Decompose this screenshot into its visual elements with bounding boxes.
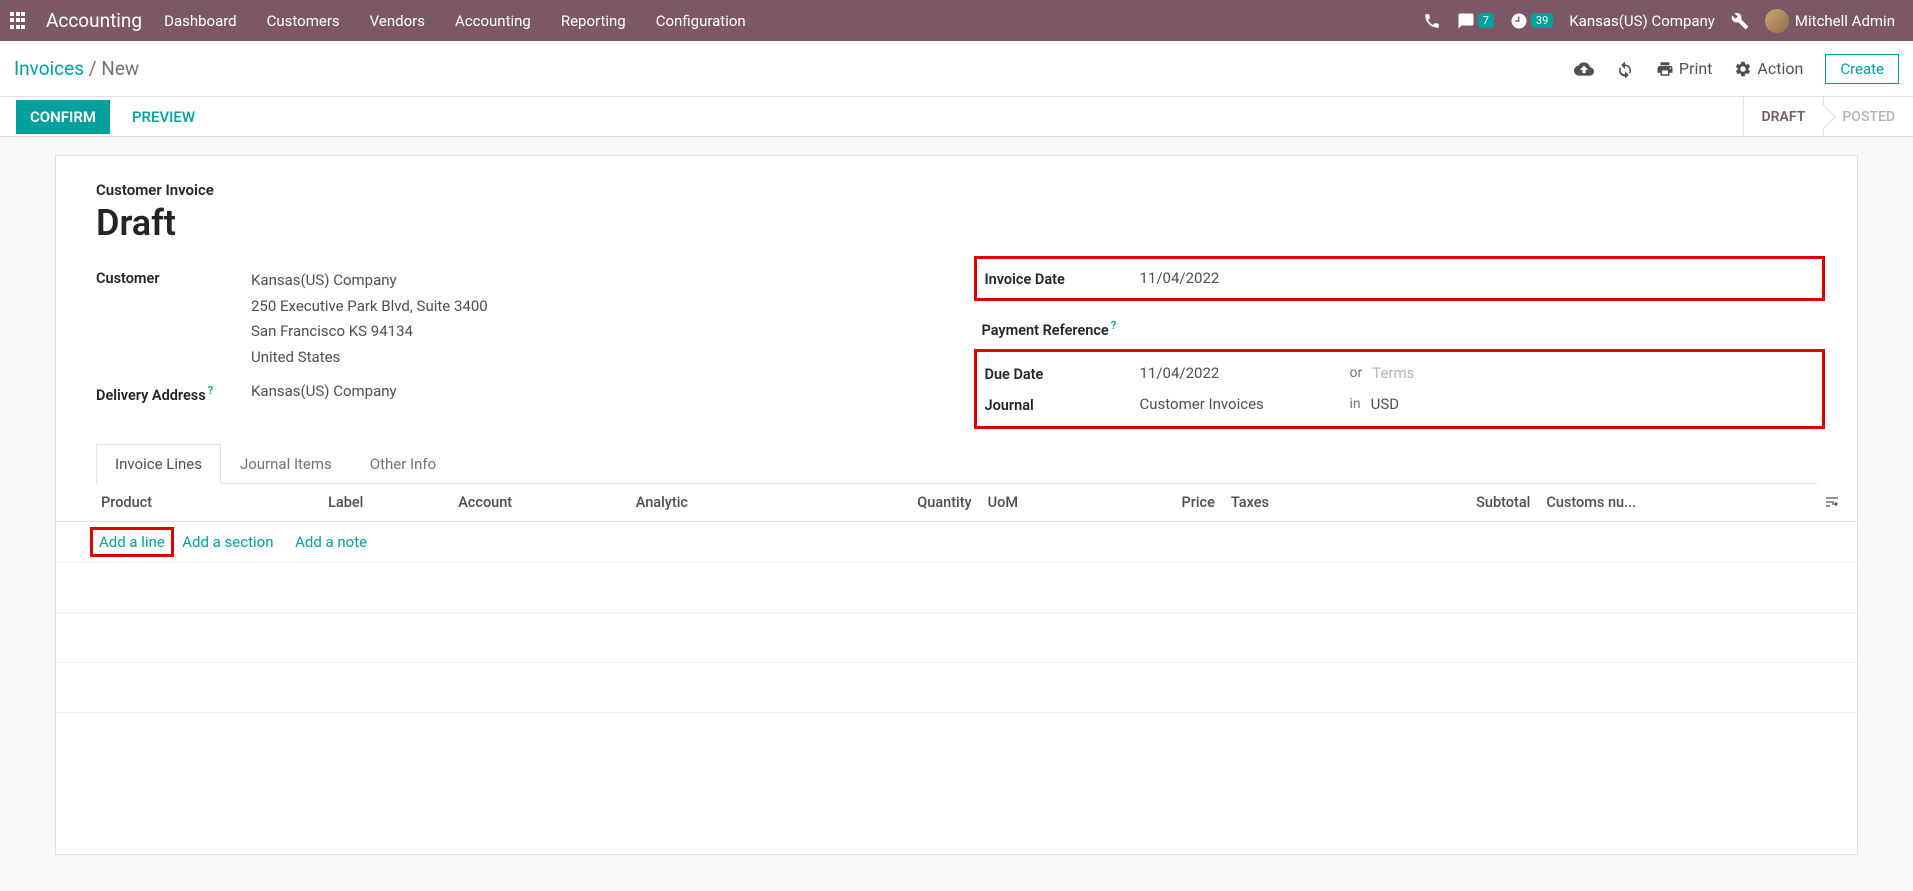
- statusbar: DRAFT POSTED: [1743, 97, 1913, 136]
- avatar: [1765, 9, 1789, 33]
- or-text: or: [1350, 365, 1363, 381]
- invoice-date-highlight: Invoice Date 11/04/2022: [974, 256, 1826, 301]
- table-empty-row: [56, 562, 1857, 612]
- menu-reporting[interactable]: Reporting: [561, 12, 626, 30]
- activity-icon[interactable]: 39: [1510, 12, 1553, 30]
- form-right-column: Invoice Date 11/04/2022 Payment Referenc…: [982, 262, 1818, 423]
- chat-badge: 7: [1478, 13, 1494, 28]
- voip-icon[interactable]: [1423, 12, 1441, 30]
- create-button[interactable]: Create: [1825, 54, 1899, 84]
- col-price[interactable]: Price: [1097, 484, 1222, 522]
- status-draft[interactable]: DRAFT: [1743, 97, 1824, 136]
- journal-value[interactable]: Customer Invoices: [1140, 395, 1340, 413]
- add-line-highlight: Add a line: [90, 527, 174, 557]
- add-line-link[interactable]: Add a line: [99, 533, 165, 551]
- col-label[interactable]: Label: [320, 484, 450, 522]
- tabs: Invoice Lines Journal Items Other Info: [96, 443, 1817, 484]
- print-button[interactable]: Print: [1656, 59, 1712, 78]
- columns-settings-icon[interactable]: [1807, 484, 1857, 522]
- customer-value[interactable]: Kansas(US) Company 250 Executive Park Bl…: [251, 268, 932, 370]
- col-uom[interactable]: UoM: [980, 484, 1098, 522]
- form-sheet: Customer Invoice Draft Customer Kansas(U…: [55, 155, 1858, 855]
- menu-customers[interactable]: Customers: [267, 12, 340, 30]
- customer-label: Customer: [96, 268, 251, 287]
- col-account[interactable]: Account: [450, 484, 628, 522]
- due-date-label: Due Date: [985, 364, 1140, 383]
- app-title[interactable]: Accounting: [46, 9, 142, 32]
- col-taxes[interactable]: Taxes: [1223, 484, 1360, 522]
- payment-ref-label: Payment Reference?: [982, 317, 1137, 339]
- content-scroll[interactable]: Customer Invoice Draft Customer Kansas(U…: [0, 137, 1913, 891]
- sheet-title: Draft: [96, 202, 1817, 244]
- add-note-link[interactable]: Add a note: [295, 533, 367, 551]
- breadcrumb-current: New: [101, 57, 139, 80]
- status-posted[interactable]: POSTED: [1823, 97, 1913, 136]
- confirm-button[interactable]: CONFIRM: [16, 100, 110, 134]
- actionbar: CONFIRM PREVIEW DRAFT POSTED: [0, 97, 1913, 137]
- discard-icon[interactable]: [1616, 60, 1634, 78]
- add-section-link[interactable]: Add a section: [182, 533, 273, 551]
- user-menu[interactable]: Mitchell Admin: [1765, 9, 1895, 33]
- col-subtotal[interactable]: Subtotal: [1360, 484, 1538, 522]
- invoice-lines-table: Product Label Account Analytic Quantity …: [56, 484, 1857, 713]
- invoice-date-value[interactable]: 11/04/2022: [1140, 269, 1815, 287]
- menu-accounting[interactable]: Accounting: [455, 12, 531, 30]
- terms-field[interactable]: Terms: [1372, 364, 1414, 382]
- due-journal-highlight: Due Date 11/04/2022 or Terms Journal Cus…: [974, 349, 1826, 429]
- breadcrumb-root[interactable]: Invoices: [14, 57, 84, 80]
- delivery-value[interactable]: Kansas(US) Company: [251, 382, 932, 400]
- sheet-subtitle: Customer Invoice: [96, 181, 1817, 199]
- in-text: in: [1350, 396, 1361, 412]
- menu-vendors[interactable]: Vendors: [370, 12, 425, 30]
- table-empty-row: [56, 612, 1857, 662]
- delivery-label: Delivery Address?: [96, 382, 251, 404]
- topbar: Accounting Dashboard Customers Vendors A…: [0, 0, 1913, 41]
- subbar: Invoices / New Print Action Create: [0, 41, 1913, 97]
- col-analytic[interactable]: Analytic: [628, 484, 801, 522]
- apps-icon[interactable]: [10, 12, 28, 30]
- user-name: Mitchell Admin: [1795, 12, 1895, 30]
- breadcrumb: Invoices / New: [14, 57, 139, 80]
- menu-configuration[interactable]: Configuration: [656, 12, 746, 30]
- col-quantity[interactable]: Quantity: [801, 484, 980, 522]
- journal-label: Journal: [985, 395, 1140, 414]
- help-icon[interactable]: ?: [208, 384, 213, 397]
- tab-invoice-lines[interactable]: Invoice Lines: [96, 444, 221, 484]
- due-date-value[interactable]: 11/04/2022: [1140, 364, 1340, 382]
- table-empty-row: [56, 662, 1857, 712]
- tab-other-info[interactable]: Other Info: [351, 444, 455, 484]
- tab-journal-items[interactable]: Journal Items: [221, 444, 351, 484]
- col-customs[interactable]: Customs nu...: [1538, 484, 1807, 522]
- chat-icon[interactable]: 7: [1457, 12, 1494, 30]
- menu-dashboard[interactable]: Dashboard: [164, 12, 237, 30]
- form-left-column: Customer Kansas(US) Company 250 Executiv…: [96, 262, 932, 423]
- currency-value[interactable]: USD: [1371, 395, 1399, 413]
- activity-badge: 39: [1531, 13, 1553, 28]
- table-add-row: Add a line Add a section Add a note: [56, 521, 1857, 562]
- preview-button[interactable]: PREVIEW: [132, 108, 195, 126]
- cloud-upload-icon[interactable]: [1574, 59, 1594, 79]
- col-product[interactable]: Product: [56, 484, 320, 522]
- invoice-date-label: Invoice Date: [985, 269, 1140, 288]
- tools-icon[interactable]: [1731, 12, 1749, 30]
- company-switcher[interactable]: Kansas(US) Company: [1569, 12, 1715, 30]
- action-button[interactable]: Action: [1734, 59, 1803, 78]
- help-icon[interactable]: ?: [1111, 319, 1116, 332]
